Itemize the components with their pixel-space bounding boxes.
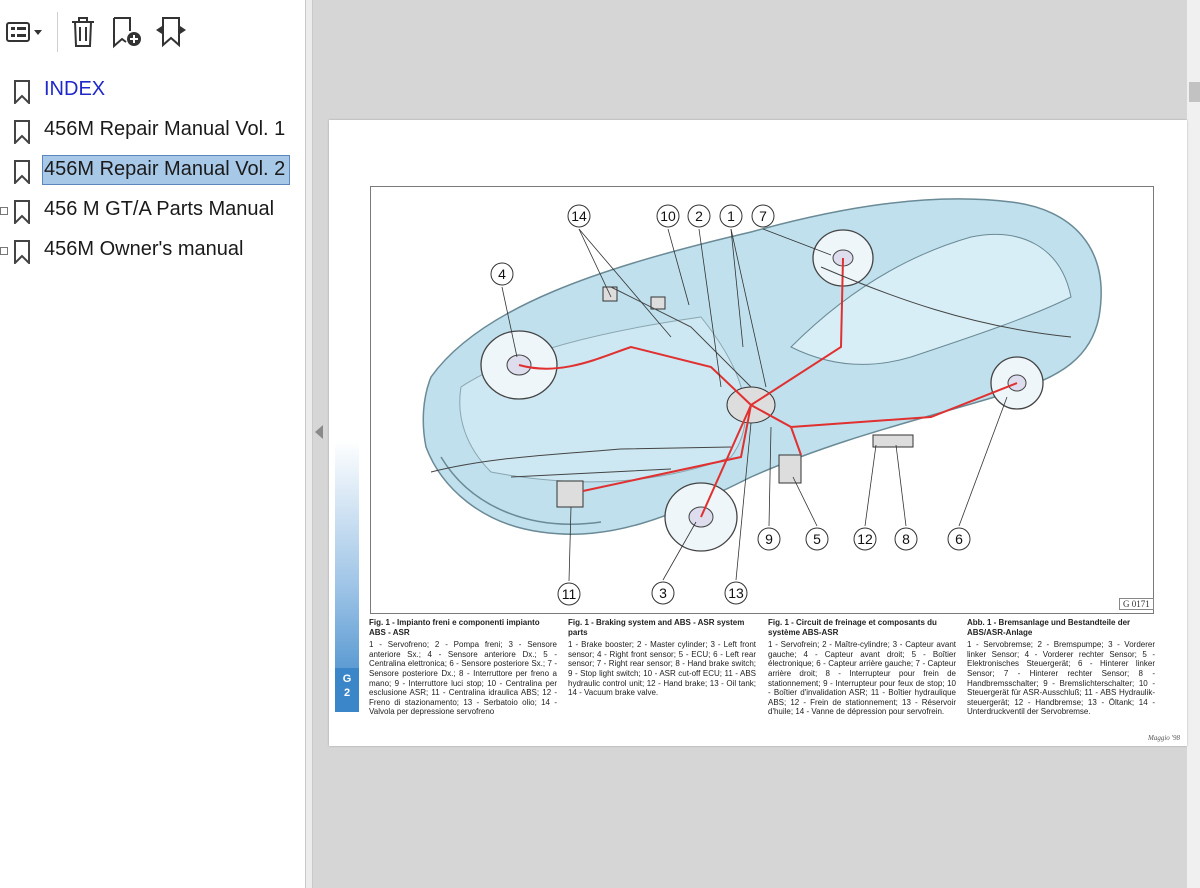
section-tab: G 2 xyxy=(335,668,359,712)
bookmark-icon xyxy=(13,80,31,109)
svg-text:13: 13 xyxy=(728,585,744,601)
bookmark-label: 456M Repair Manual Vol. 2 xyxy=(42,155,291,185)
callout-3: 3 xyxy=(651,521,697,605)
caption-body: 1 - Brake booster; 2 - Master cylinder; … xyxy=(568,640,756,698)
svg-text:1: 1 xyxy=(727,208,735,224)
trash-icon[interactable] xyxy=(66,14,100,50)
bookmark-index[interactable]: INDEX xyxy=(0,72,305,108)
caption-body: 1 - Servofrein; 2 - Maître-cylindre; 3 -… xyxy=(768,640,956,717)
callout-10: 10 xyxy=(656,204,690,306)
bookmark-icon xyxy=(13,200,31,229)
caption-english: Fig. 1 - Braking system and ABS - ASR sy… xyxy=(568,618,756,698)
callout-4: 4 xyxy=(490,262,518,358)
callout-9: 9 xyxy=(757,426,781,551)
callout-8: 8 xyxy=(894,444,918,551)
svg-text:5: 5 xyxy=(813,531,821,547)
bookmark-icon xyxy=(13,160,31,189)
svg-text:4: 4 xyxy=(498,266,506,282)
svg-text:6: 6 xyxy=(955,531,963,547)
callout-11: 11 xyxy=(557,506,581,606)
callout-6: 6 xyxy=(947,396,1008,551)
svg-text:12: 12 xyxy=(857,531,873,547)
bookmark-owners-manual[interactable]: 456M Owner's manual xyxy=(0,232,305,268)
panel-splitter[interactable] xyxy=(305,0,313,888)
toolbar-separator xyxy=(57,12,58,52)
caption-title: Fig. 1 - Braking system and ABS - ASR sy… xyxy=(568,618,745,637)
brake-system-figure: 14 10 2 1 7 4 11 3 13 9 5 12 8 6 xyxy=(370,186,1154,614)
list-options-icon[interactable] xyxy=(4,14,46,50)
bookmark-icon xyxy=(13,120,31,149)
callout-1: 1 xyxy=(719,204,767,388)
svg-text:14: 14 xyxy=(571,208,587,224)
svg-text:9: 9 xyxy=(765,531,773,547)
svg-text:2: 2 xyxy=(695,208,703,224)
callout-14: 14 xyxy=(567,204,672,338)
svg-text:10: 10 xyxy=(660,208,676,224)
callout-2: 2 xyxy=(687,204,722,388)
svg-text:7: 7 xyxy=(759,208,767,224)
bookmarks-panel: INDEX 456M Repair Manual Vol. 1 456M Rep… xyxy=(0,0,305,888)
page-footer: Maggio '98 xyxy=(1148,734,1181,742)
caption-body: 1 - Servobremse; 2 - Bremspumpe; 3 - Vor… xyxy=(967,640,1155,717)
callout-5: 5 xyxy=(792,476,829,551)
caption-title: Abb. 1 - Bremsanlage und Bestandteile de… xyxy=(967,618,1131,637)
caption-german: Abb. 1 - Bremsanlage und Bestandteile de… xyxy=(967,618,1155,717)
bookmark-label: INDEX xyxy=(44,78,106,100)
collapse-panel-icon[interactable] xyxy=(315,425,323,439)
expand-toggle[interactable] xyxy=(0,207,8,215)
bookmark-label: 456M Repair Manual Vol. 1 xyxy=(44,118,286,140)
add-bookmark-icon[interactable] xyxy=(108,14,146,50)
vertical-scrollbar[interactable] xyxy=(1187,0,1200,888)
caption-french: Fig. 1 - Circuit de freinage et composan… xyxy=(768,618,956,717)
svg-text:3: 3 xyxy=(659,585,667,601)
bookmark-repair-manual-vol-2[interactable]: 456M Repair Manual Vol. 2 xyxy=(0,152,305,188)
caption-title: Fig. 1 - Circuit de freinage et composan… xyxy=(768,618,937,637)
expand-toggle[interactable] xyxy=(0,247,8,255)
callout-13: 13 xyxy=(724,422,752,605)
bookmark-parts-manual[interactable]: 456 M GT/A Parts Manual xyxy=(0,192,305,228)
bookmark-label: 456M Owner's manual xyxy=(44,238,244,260)
svg-text:11: 11 xyxy=(562,586,577,602)
bookmark-icon xyxy=(13,240,31,269)
callout-7: 7 xyxy=(751,204,832,256)
bookmarks-toolbar xyxy=(0,0,305,64)
figure-code: G 0171 xyxy=(1119,598,1154,610)
caption-body: 1 - Servofreno; 2 - Pompa freni; 3 - Sen… xyxy=(369,640,557,717)
scrollbar-thumb[interactable] xyxy=(1189,82,1200,102)
caption-title: Fig. 1 - Impianto freni e componenti imp… xyxy=(369,618,540,637)
callout-12: 12 xyxy=(853,444,877,551)
bookmark-repair-manual-vol-1[interactable]: 456M Repair Manual Vol. 1 xyxy=(0,112,305,148)
caption-italian: Fig. 1 - Impianto freni e componenti imp… xyxy=(369,618,557,717)
find-bookmark-icon[interactable] xyxy=(152,14,190,50)
bookmark-label: 456 M GT/A Parts Manual xyxy=(44,198,275,220)
svg-text:8: 8 xyxy=(902,531,910,547)
